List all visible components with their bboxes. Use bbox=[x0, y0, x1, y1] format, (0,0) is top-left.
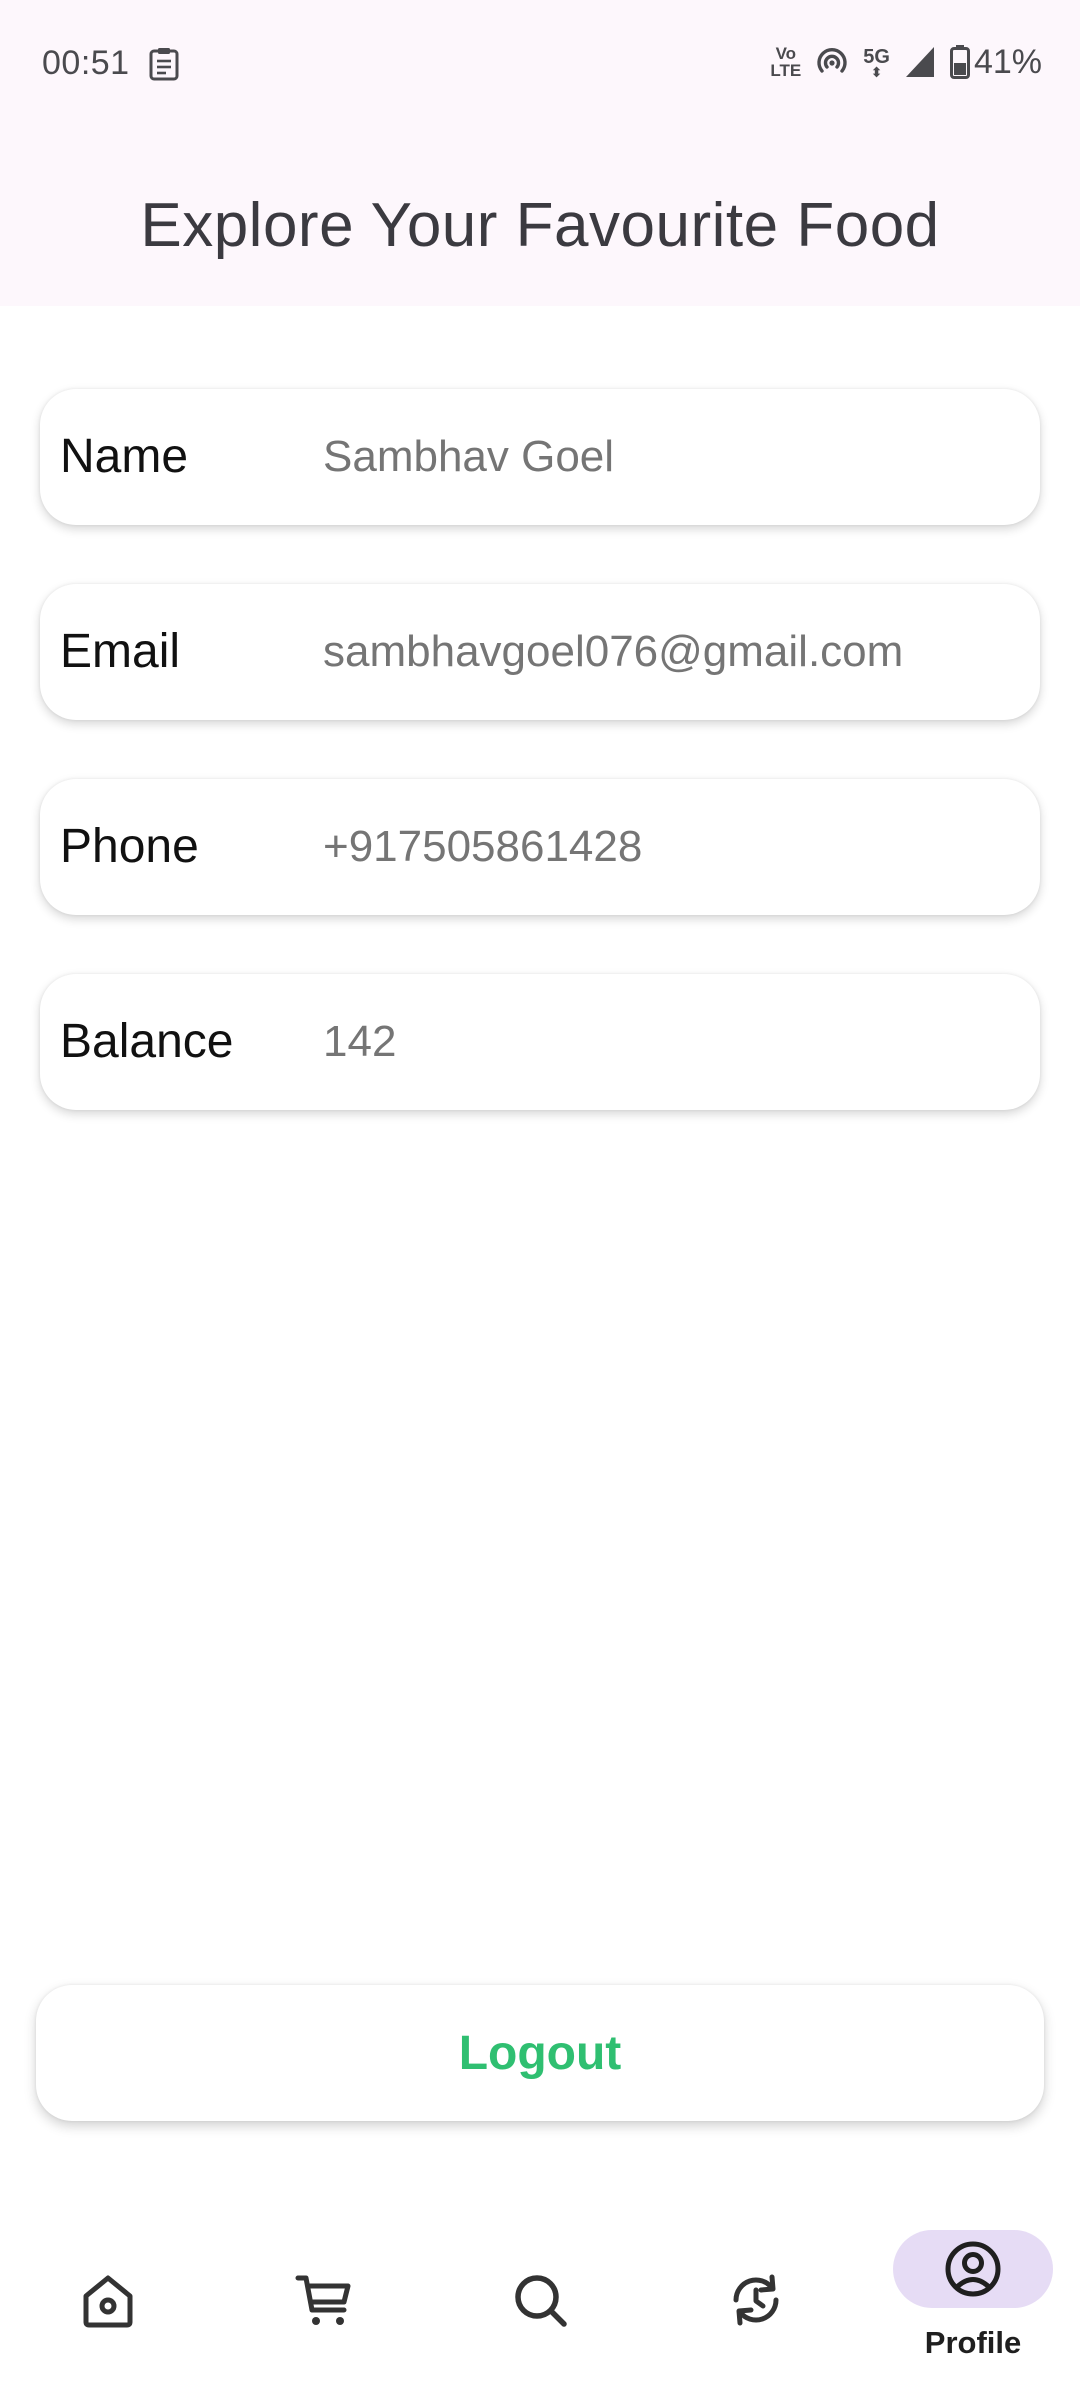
balance-field[interactable] bbox=[323, 974, 1023, 1110]
logout-button[interactable]: Logout bbox=[36, 1985, 1044, 2121]
status-time: 00:51 bbox=[42, 44, 130, 82]
phone-field-card: Phone bbox=[40, 779, 1040, 915]
nav-home[interactable] bbox=[0, 2200, 216, 2400]
nav-profile[interactable]: Profile bbox=[893, 2200, 1080, 2400]
header-area: 00:51 Vo LTE 5G ⬍ 41% Explore Your Favou… bbox=[0, 0, 1080, 306]
name-field-card: Name bbox=[40, 389, 1040, 525]
phone-field[interactable] bbox=[323, 779, 1023, 915]
clipboard-icon bbox=[149, 48, 179, 81]
profile-icon bbox=[945, 2241, 1001, 2297]
nav-history[interactable] bbox=[648, 2200, 864, 2400]
phone-label: Phone bbox=[60, 820, 199, 873]
email-field-card: Email bbox=[40, 584, 1040, 720]
email-field[interactable] bbox=[323, 584, 1023, 720]
nav-search[interactable] bbox=[432, 2200, 648, 2400]
name-field[interactable] bbox=[323, 389, 1023, 525]
status-bar: 00:51 Vo LTE 5G ⬍ 41% bbox=[0, 0, 1080, 128]
profile-screen: 00:51 Vo LTE 5G ⬍ 41% Explore Your Favou… bbox=[0, 0, 1080, 2400]
cart-icon bbox=[295, 2275, 351, 2325]
logout-label: Logout bbox=[458, 2026, 622, 2080]
volte-bottom-label: LTE bbox=[770, 61, 802, 80]
volte-icon: Vo LTE bbox=[770, 45, 801, 79]
balance-label: Balance bbox=[60, 1015, 234, 1068]
5g-icon: 5G ⬍ bbox=[863, 46, 890, 80]
nav-profile-label: Profile bbox=[924, 2325, 1022, 2360]
search-icon bbox=[515, 2275, 567, 2327]
battery-indicator: 41% bbox=[949, 42, 1042, 82]
status-icons: Vo LTE 5G ⬍ 41% bbox=[770, 40, 1042, 84]
battery-percent: 41% bbox=[973, 42, 1042, 81]
name-label: Name bbox=[60, 430, 189, 483]
history-icon bbox=[733, 2274, 779, 2326]
balance-field-card: Balance bbox=[40, 974, 1040, 1110]
home-icon bbox=[83, 2275, 133, 2328]
battery-icon bbox=[949, 45, 970, 79]
nav-cart[interactable] bbox=[216, 2200, 432, 2400]
signal-icon bbox=[905, 47, 934, 77]
hotspot-icon bbox=[817, 48, 847, 73]
email-label: Email bbox=[60, 625, 181, 678]
bottom-nav: Profile bbox=[0, 2200, 1080, 2400]
volte-top-label: Vo bbox=[775, 44, 797, 63]
page-title: Explore Your Favourite Food bbox=[140, 191, 940, 260]
